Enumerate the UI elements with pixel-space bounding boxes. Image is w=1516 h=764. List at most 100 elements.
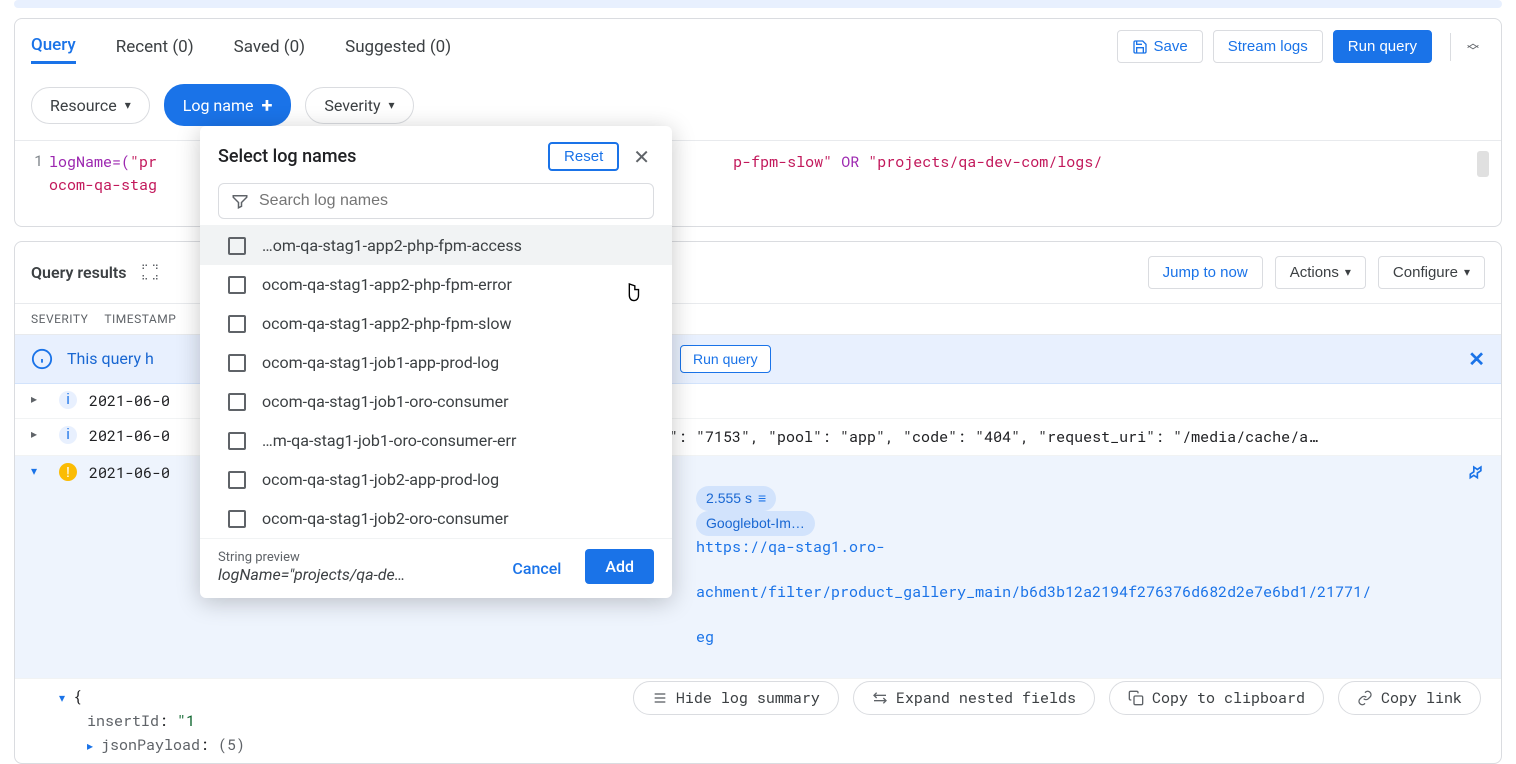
save-label: Save	[1154, 38, 1188, 55]
useragent-pill[interactable]: Googlebot-Im…	[696, 511, 815, 536]
banner-run-query-button[interactable]: Run query	[680, 345, 771, 373]
link-label: Copy link	[1381, 688, 1462, 708]
expand-icon	[872, 690, 888, 706]
actions-label: Actions	[1290, 264, 1339, 281]
logname-chip[interactable]: Log name +	[164, 84, 292, 126]
logname-label: Log name	[183, 96, 254, 115]
resource-chip[interactable]: Resource ▾	[31, 87, 150, 124]
logname-text: ocom-qa-stag1-job2-app-prod-log	[262, 470, 499, 489]
logname-popover: Select log names Reset ✕ …om-qa-stag1-ap…	[200, 126, 672, 598]
logname-text: …m-qa-stag1-job1-oro-consumer-err	[262, 431, 516, 450]
log-summary: 2.555 s≡ Googlebot-Im… https://qa-stag1.…	[642, 463, 1453, 671]
chevron-down-icon: ▾	[125, 98, 131, 112]
pin-icon[interactable]	[1465, 463, 1485, 483]
logname-list[interactable]: …om-qa-stag1-app2-php-fpm-access ocom-qa…	[200, 225, 672, 538]
close-icon[interactable]: ✕	[629, 145, 654, 169]
severity-info-icon: i	[59, 426, 77, 444]
expand-icon[interactable]: ▸	[31, 426, 47, 442]
actions-button[interactable]: Actions ▾	[1275, 256, 1366, 289]
preview-label: String preview	[218, 550, 488, 565]
expand-icon[interactable]: ▸	[31, 391, 47, 407]
checkbox[interactable]	[228, 276, 246, 294]
copy-icon	[1128, 690, 1144, 706]
logname-option[interactable]: ocom-qa-stag1-job2-oro-consumer	[200, 499, 672, 538]
run-query-button[interactable]: Run query	[1333, 30, 1432, 63]
tab-saved[interactable]: Saved (0)	[234, 31, 305, 63]
tab-recent[interactable]: Recent (0)	[116, 31, 194, 63]
severity-info-icon: i	[59, 391, 77, 409]
logname-option[interactable]: ocom-qa-stag1-app2-php-fpm-slow	[200, 304, 672, 343]
configure-label: Configure	[1393, 264, 1458, 281]
timestamp: 2021-06-0	[89, 463, 170, 483]
hide-summary-button[interactable]: Hide log summary	[633, 681, 839, 715]
checkbox[interactable]	[228, 471, 246, 489]
copy-label: Copy to clipboard	[1152, 688, 1305, 708]
copy-link-button[interactable]: Copy link	[1338, 681, 1481, 715]
checkbox[interactable]	[228, 237, 246, 255]
logname-text: …om-qa-stag1-app2-php-fpm-access	[262, 236, 522, 255]
latency-pill[interactable]: 2.555 s≡	[696, 486, 776, 511]
timestamp: 2021-06-0	[89, 426, 170, 446]
stream-button[interactable]: Stream logs	[1213, 30, 1323, 63]
logname-text: ocom-qa-stag1-job1-app-prod-log	[262, 353, 499, 372]
logname-option[interactable]: …om-qa-stag1-app2-php-fpm-access	[200, 226, 672, 265]
checkbox[interactable]	[228, 315, 246, 333]
link-icon	[1357, 690, 1373, 706]
timestamp: 2021-06-0	[89, 391, 170, 411]
hide-label: Hide log summary	[676, 688, 820, 708]
request-url-cont: achment/filter/product_gallery_main/b6d3…	[696, 582, 1371, 602]
logname-option[interactable]: ocom-qa-stag1-job1-oro-consumer	[200, 382, 672, 421]
logname-text: ocom-qa-stag1-job1-oro-consumer	[262, 392, 509, 411]
save-button[interactable]: Save	[1117, 30, 1203, 63]
logname-text: ocom-qa-stag1-app2-php-fpm-error	[262, 275, 512, 294]
request-url-cont: eg	[696, 627, 714, 647]
severity-chip[interactable]: Severity ▾	[305, 87, 413, 124]
chevron-down-icon: ▾	[1345, 265, 1351, 279]
json-expanded: Hide log summary Expand nested fields Co…	[15, 679, 1501, 763]
logname-option[interactable]: ocom-qa-stag1-app2-php-fpm-error	[200, 265, 672, 304]
tab-query[interactable]: Query	[31, 29, 76, 64]
column-severity: SEVERITY	[31, 312, 88, 326]
chevron-down-icon: ▾	[1464, 265, 1470, 279]
expand-label: Expand nested fields	[896, 688, 1076, 708]
checkbox[interactable]	[228, 510, 246, 528]
reset-button[interactable]: Reset	[548, 142, 619, 171]
checkbox[interactable]	[228, 432, 246, 450]
collapse-icon[interactable]: ▾	[31, 463, 47, 479]
log-summary: pid": "7153", "pool": "app", "code": "40…	[642, 426, 1485, 449]
preview-text: logName="projects/qa-de…	[218, 565, 488, 584]
logname-option[interactable]: ocom-qa-stag1-job1-app-prod-log	[200, 343, 672, 382]
cancel-button[interactable]: Cancel	[502, 553, 571, 584]
search-input-wrapper[interactable]	[218, 183, 654, 219]
tab-suggested[interactable]: Suggested (0)	[345, 31, 451, 63]
close-icon[interactable]: ✕	[1468, 347, 1485, 371]
logname-option[interactable]: ocom-qa-stag1-job2-app-prod-log	[200, 460, 672, 499]
bars-icon: ≡	[758, 488, 766, 509]
logname-option[interactable]: …m-qa-stag1-job1-oro-consumer-err	[200, 421, 672, 460]
expand-collapse-toggle[interactable]: ︿ ﹀	[1461, 39, 1485, 55]
line-number: 1	[27, 151, 49, 198]
search-input[interactable]	[259, 192, 641, 210]
chevron-down-icon: ﹀	[1467, 47, 1479, 55]
request-url[interactable]: https://qa-stag1.oro-	[696, 537, 885, 557]
info-icon	[31, 348, 53, 370]
column-timestamp: TIMESTAMP	[104, 312, 176, 326]
popover-title: Select log names	[218, 146, 356, 167]
jump-to-now-button[interactable]: Jump to now	[1148, 256, 1263, 289]
checkbox[interactable]	[228, 393, 246, 411]
fullscreen-icon[interactable]	[141, 263, 159, 281]
chevron-down-icon: ▾	[389, 98, 395, 112]
expand-fields-button[interactable]: Expand nested fields	[853, 681, 1095, 715]
configure-button[interactable]: Configure ▾	[1378, 256, 1485, 289]
scrollbar[interactable]	[1477, 151, 1489, 177]
save-icon	[1132, 39, 1148, 55]
checkbox[interactable]	[228, 354, 246, 372]
add-button[interactable]: Add	[585, 549, 654, 584]
logname-text: ocom-qa-stag1-job2-oro-consumer	[262, 509, 509, 528]
copy-clipboard-button[interactable]: Copy to clipboard	[1109, 681, 1324, 715]
banner-text: This query h	[67, 349, 154, 368]
list-icon	[652, 690, 668, 706]
filter-icon	[231, 192, 249, 210]
resource-label: Resource	[50, 96, 117, 115]
severity-label: Severity	[324, 96, 380, 115]
